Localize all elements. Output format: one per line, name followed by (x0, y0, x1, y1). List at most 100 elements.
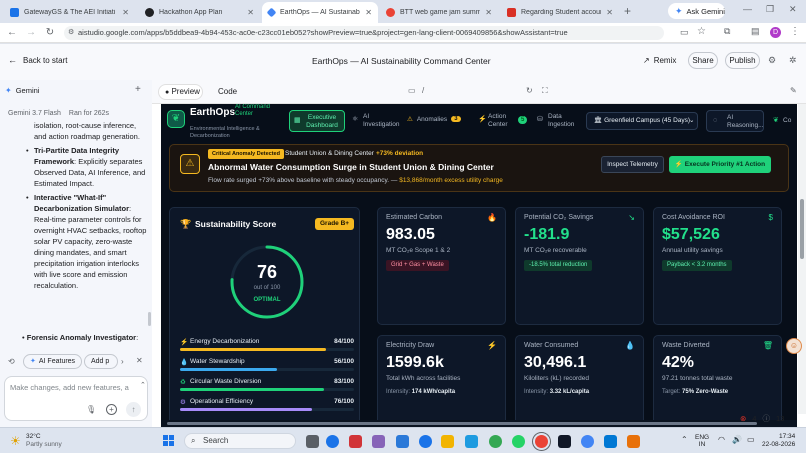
add-chip[interactable]: Add p (84, 354, 118, 369)
close-tab-icon[interactable]: ✕ (485, 8, 492, 17)
chevron-up-icon[interactable]: ⌃ (681, 435, 688, 444)
nav-action-center[interactable]: ⚡ Action Center 5 (476, 110, 528, 132)
chrome-icon[interactable] (489, 435, 502, 448)
windows-start-icon[interactable] (163, 435, 175, 447)
back-arrow-icon[interactable]: ← (5, 26, 19, 40)
flame-icon: 🔥 (487, 213, 497, 222)
metric-card[interactable]: Potential CO₂ Savings ↘ -181.9 MT CO₂e reco… (515, 207, 644, 325)
terminal-icon[interactable] (558, 435, 571, 448)
browser-tab-gmail[interactable]: Regarding Student account a ✕ (501, 2, 619, 23)
back-to-start-button[interactable]: ← Back to start (8, 55, 67, 65)
preview-tab[interactable]: ● Preview (158, 84, 203, 100)
vertical-scrollbar[interactable] (798, 104, 806, 414)
metric-card[interactable]: Cost Avoidance ROI $ $57,526 Annual utility… (653, 207, 782, 325)
refresh-icon[interactable]: ↻ (526, 86, 533, 95)
edge-icon[interactable] (465, 435, 478, 448)
device-icon[interactable]: ▭ (408, 86, 416, 95)
sidebar-toggle-icon[interactable]: ▤ (751, 26, 760, 37)
remix-button[interactable]: ↗ Remix (643, 56, 676, 65)
add-attachment-icon[interactable]: + (106, 404, 117, 415)
close-window-icon[interactable]: ✕ (789, 4, 797, 15)
chevron-right-icon[interactable]: › (121, 357, 124, 366)
restore-icon[interactable]: ❐ (766, 4, 774, 15)
campus-selector[interactable]: 🏛 Greenfield Campus (45 Days) ⌄ (586, 112, 698, 130)
microphone-icon[interactable]: 🎙 (86, 405, 96, 414)
profile-avatar[interactable]: D (770, 27, 781, 38)
bookmark-star-icon[interactable]: ☆ (697, 26, 706, 37)
task-view-icon[interactable] (306, 435, 319, 448)
share-button[interactable]: Share (688, 52, 718, 69)
help-icon[interactable] (419, 435, 432, 448)
floating-helper-icon[interactable]: ☺ (786, 338, 802, 354)
weather-widget[interactable]: 32°C Partly sunny (26, 433, 62, 449)
new-tab-button[interactable]: + (624, 4, 631, 18)
file-explorer-icon[interactable] (441, 435, 454, 448)
battery-icon[interactable]: ▭ (747, 435, 755, 444)
ai-reasoning-status[interactable]: ◌ AI Reasoning... (706, 110, 764, 132)
site-info-icon[interactable]: ⚙ (68, 26, 74, 40)
fullscreen-icon[interactable]: ⛶ (542, 86, 548, 96)
app-icon[interactable] (372, 435, 385, 448)
close-tab-icon[interactable]: ✕ (365, 8, 372, 17)
history-icon[interactable]: ⟲ (8, 357, 15, 366)
browser-tab-hackathon[interactable]: Hackathon App Plan ✕ (139, 2, 260, 23)
reload-icon[interactable]: ↻ (43, 26, 57, 40)
metric-card[interactable]: Estimated Carbon 🔥 983.05 MT CO₂e Scope 1 &… (377, 207, 506, 325)
cast-icon[interactable]: ▭ (680, 27, 689, 38)
app-icon[interactable] (627, 435, 640, 448)
project-title: EarthOps — AI Sustainability Command Cen… (312, 56, 491, 66)
nav-more[interactable]: ❦ Co (771, 110, 797, 132)
whatsapp-icon[interactable] (512, 435, 525, 448)
chrome-active-icon[interactable] (535, 435, 548, 448)
browser-tab-btt[interactable]: BTT web game jam summer 2 ✕ (380, 2, 498, 23)
prompt-input[interactable]: Make changes, add new features, a (10, 383, 134, 392)
clock[interactable]: 17:34 22-08-2026 (762, 433, 795, 449)
send-button[interactable]: ↑ (126, 402, 141, 417)
chrome-profile-icon[interactable] (581, 435, 594, 448)
browser-tab-gatewaygs[interactable]: GatewayGS & The AEI Initiati ✕ (4, 2, 135, 23)
expand-icon[interactable]: ⌃ (140, 381, 146, 389)
extensions-icon[interactable]: ⧉ (724, 26, 730, 37)
score-bar-value: 76/100 (334, 398, 354, 405)
nav-anomalies[interactable]: ⚠ Anomalies 3 (407, 115, 461, 123)
preview-path[interactable]: / (422, 86, 424, 95)
gear-icon[interactable]: ✲ (789, 55, 797, 66)
new-chat-button[interactable]: + (135, 84, 141, 95)
nav-executive-dashboard[interactable]: ▦ Executive Dashboard (289, 110, 345, 132)
close-tab-icon[interactable]: ✕ (606, 8, 613, 17)
browser-tab-earthops[interactable]: EarthOps — AI Sustainability ✕ (262, 2, 378, 23)
close-tab-icon[interactable]: ✕ (247, 8, 254, 17)
ai-features-chip[interactable]: ✦ AI Features (23, 354, 83, 369)
address-bar[interactable]: ⚙ aistudio.google.com/apps/b5ddbea9-4b94… (64, 26, 664, 40)
nav-data-ingestion[interactable]: ⛁ Data Ingestion (534, 110, 584, 132)
code-tab[interactable]: Code (218, 87, 237, 96)
alert-description: Flow rate surged +73% above baseline wit… (208, 177, 503, 184)
mcafee-icon[interactable] (349, 435, 362, 448)
volume-icon[interactable]: 🔊 (732, 435, 742, 444)
execute-action-button[interactable]: ⚡ Execute Priority #1 Action (669, 156, 771, 173)
taskbar-search[interactable]: ⌕ Search (184, 433, 296, 449)
wifi-icon[interactable]: ◠ (718, 435, 725, 444)
horizontal-scrollbar[interactable] (161, 420, 797, 427)
publish-button[interactable]: Publish (725, 52, 760, 69)
scrollbar-thumb[interactable] (800, 199, 804, 259)
hp-icon[interactable] (326, 435, 339, 448)
language-indicator[interactable]: ENG IN (695, 434, 709, 448)
issues-indicator[interactable]: ⊗ 4 ⓘ 13 (740, 413, 784, 424)
close-icon[interactable]: ✕ (136, 356, 143, 365)
forward-arrow-icon[interactable]: → (24, 26, 38, 40)
vscode-icon[interactable] (604, 435, 617, 448)
annotate-icon[interactable]: ✎ (790, 86, 797, 95)
chat-scrollbar[interactable] (148, 312, 151, 326)
minimize-icon[interactable]: — (743, 4, 752, 14)
close-tab-icon[interactable]: ✕ (122, 8, 129, 17)
inspect-telemetry-button[interactable]: Inspect Telemetry (601, 156, 664, 173)
scrollbar-thumb[interactable] (167, 422, 757, 425)
ask-gemini-button[interactable]: ✦ Ask Gemini (668, 3, 725, 19)
browser-menu-icon[interactable]: ⋮ (790, 26, 800, 37)
nav-ai-investigation[interactable]: ⚛ AI Investigation (349, 110, 401, 132)
store-icon[interactable] (396, 435, 409, 448)
metric-card[interactable]: Electricity Draw ⚡ 1599.6k Total kWh across… (377, 335, 506, 427)
settings-gear-icon[interactable]: ⚙ (768, 55, 776, 66)
metric-card[interactable]: Water Consumed 💧 30,496.1 Kiloliters (kL) r… (515, 335, 644, 427)
